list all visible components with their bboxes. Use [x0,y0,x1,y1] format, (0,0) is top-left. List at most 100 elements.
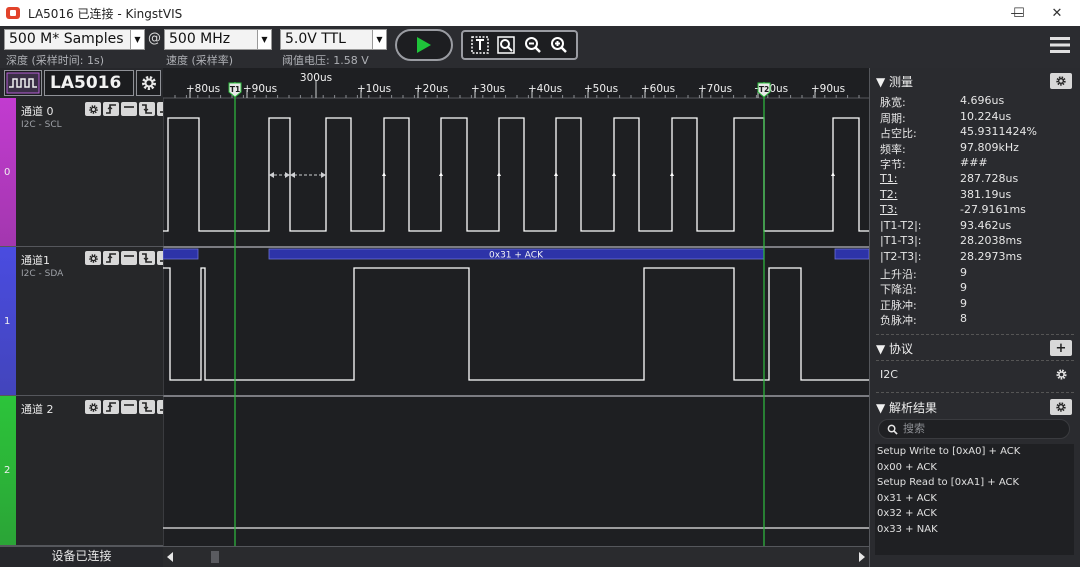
decode-bar [162,248,199,260]
zoom-in-icon [550,37,567,53]
divider [876,360,1074,361]
protocol-settings-button[interactable] [1055,366,1068,385]
channel-index: 1 [4,315,11,327]
waveform-canvas[interactable]: +80us +90us 300us +10us +20us +30us +40us +50us… [162,68,870,546]
divider [876,334,1074,335]
channel-settings-button[interactable] [85,400,101,414]
measure-value: 9 [960,281,967,295]
zoom-in-button[interactable] [548,34,570,56]
horizontal-scrollbar[interactable] [163,546,869,567]
hamburger-menu-icon[interactable] [1050,36,1070,54]
gear-icon [1056,76,1066,86]
measure-key[interactable]: T2: [880,188,897,201]
channel-label[interactable]: 通道1 [21,252,50,268]
measure-key: 下降沿: [880,283,917,297]
falling-edge-icon [142,104,152,114]
channel-settings-button[interactable] [85,102,101,116]
rising-edge-trigger-button[interactable] [103,400,119,414]
zoom-out-button[interactable] [522,34,544,56]
scroll-thumb[interactable] [211,551,219,563]
falling-edge-trigger-button[interactable] [139,251,155,265]
sda-waveform [163,267,869,381]
edge-marker [439,172,443,176]
high-level-icon [124,106,134,108]
measure-header[interactable]: ▼ 测量 [876,73,913,90]
ruler-tick-label: +50us [584,83,618,95]
measure-key[interactable]: T1: [880,172,897,185]
threshold-select[interactable]: 5.0V TTL ▼ [280,29,387,50]
view-tools [461,30,578,60]
depth-select[interactable]: 500 M* Samples ▼ [4,29,145,50]
device-status: 设备已连接 [0,546,163,567]
measure-row: 上升沿: 9 [880,266,1075,281]
run-button[interactable] [395,29,453,61]
rising-edge-trigger-button[interactable] [103,251,119,265]
measure-key: 脉宽: [880,96,906,109]
zoom-out-icon [524,37,541,53]
measure-row: 占空比: 45.9311424% [880,125,1075,140]
measure-key: |T2-T3|: [880,250,922,263]
measure-row: |T2-T3|: 28.2973ms [880,250,1075,265]
results-search-input[interactable]: 搜索 [878,419,1070,439]
waveform-area[interactable]: +80us +90us 300us +10us +20us +30us +40us +50us… [162,68,870,546]
ruler-tick-label: 300us [300,72,332,84]
channel-label[interactable]: 通道 0 [21,103,54,119]
measure-key: |T1-T3|: [880,234,922,248]
ruler-tick-label: +70us [698,83,732,95]
result-item[interactable]: 0x33 + NAK [875,522,1074,538]
measure-value: 8 [960,312,967,326]
ruler-tick-label: +40us [528,83,562,95]
high-level-trigger-button[interactable] [121,102,137,116]
measure-row: T2: 381.19us [880,188,1075,203]
result-item[interactable]: 0x32 + ACK [875,506,1074,522]
falling-edge-trigger-button[interactable] [139,102,155,116]
zoom-fit-button[interactable] [495,34,517,56]
waveform-icon [6,72,40,94]
result-item[interactable]: 0x31 + ACK [875,491,1074,507]
close-button[interactable]: ✕ [1034,0,1080,26]
result-item[interactable]: 0x00 + ACK [875,460,1074,476]
measure-settings-button[interactable] [1050,73,1072,89]
rising-edge-trigger-button[interactable] [103,102,119,116]
measure-row: 周期: 10.224us [880,110,1075,125]
scroll-left-icon[interactable] [167,552,173,562]
gear-icon [88,253,98,263]
arrowhead [290,172,295,178]
add-protocol-button[interactable]: + [1050,340,1072,356]
text-cursor-tool-button[interactable] [469,34,491,56]
gear-icon [141,76,156,90]
device-settings-button[interactable] [136,70,161,96]
measure-value: 287.728us [960,172,1019,185]
window-title: LA5016 已连接 - KingstVIS [28,6,183,21]
depth-caption: 深度 (采样时间: 1s) [6,54,105,67]
channel-settings-button[interactable] [85,251,101,265]
measure-key[interactable]: T3: [880,203,897,216]
edge-marker [382,172,386,176]
chevron-down-icon: ▼ [257,30,271,49]
edge-marker [554,172,558,176]
channel-label[interactable]: 通道 2 [21,401,54,417]
results-settings-button[interactable] [1050,399,1072,415]
measure-row: 正脉冲: 9 [880,297,1075,312]
results-header[interactable]: ▼ 解析结果 [876,399,937,416]
channel-0[interactable]: 0 通道 0 I2C - SCL [0,98,173,247]
device-select[interactable]: LA5016 ▼ [44,70,134,115]
arrowhead [285,172,290,178]
result-item[interactable]: Setup Write to [0xA0] + ACK [875,444,1074,460]
falling-edge-trigger-button[interactable] [139,400,155,414]
high-level-trigger-button[interactable] [121,400,137,414]
result-item[interactable]: Setup Read to [0xA1] + ACK [875,475,1074,491]
protocol-header[interactable]: ▼ 协议 [876,340,913,357]
gear-icon [1056,369,1067,380]
scroll-right-icon[interactable] [859,552,865,562]
measure-key: 负脉冲: [880,314,917,328]
ruler-tick-label: +90us [243,83,277,95]
falling-edge-icon [142,253,152,263]
channel-2[interactable]: 2 通道 2 [0,396,173,546]
channel-1[interactable]: 1 通道1 I2C - SDA [0,247,173,396]
protocol-item-i2c[interactable]: I2C [880,368,898,381]
rate-select[interactable]: 500 MHz ▼ [164,29,272,50]
device-icon[interactable] [4,70,42,96]
high-level-trigger-button[interactable] [121,251,137,265]
threshold-caption: 阈值电压: 1.58 V [282,54,369,67]
